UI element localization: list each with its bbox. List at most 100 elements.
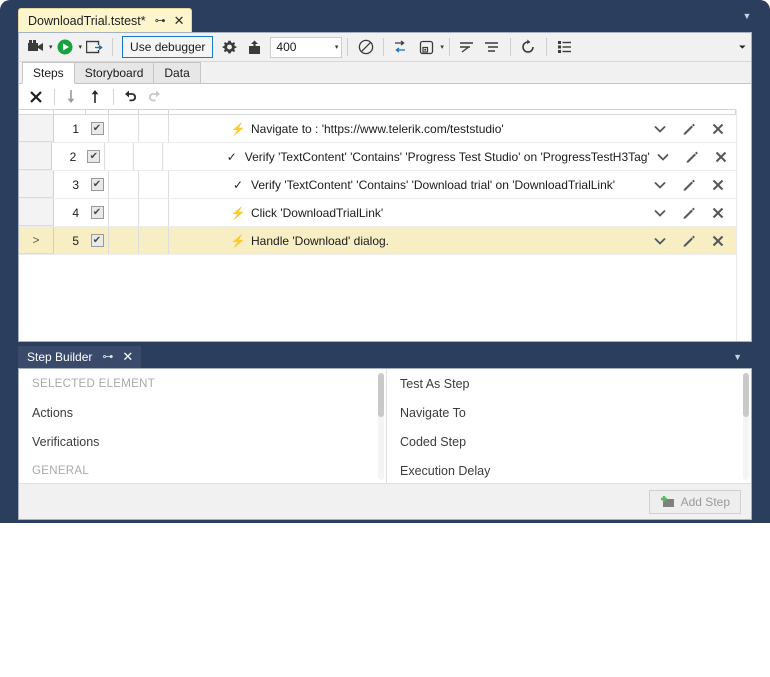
title-bar: DownloadTrial.tstest* ⊶ ✕ ▼ — [0, 0, 770, 33]
settings-button[interactable] — [218, 36, 241, 59]
toolbar-separator — [113, 88, 114, 105]
close-icon[interactable] — [710, 121, 725, 136]
chevron-down-icon[interactable] — [652, 233, 667, 248]
header-extra-a — [109, 110, 139, 114]
table-row[interactable]: 3 ✔ ✓ Verify 'TextContent' 'Contains' 'Down… — [19, 171, 736, 199]
database-icon — [420, 40, 434, 54]
close-icon[interactable]: ✕ — [174, 15, 185, 28]
step-builder-category-list: SELECTED ELEMENT Actions Verifications GENE… — [19, 369, 387, 484]
move-step-up-button[interactable] — [84, 86, 106, 107]
row-number: 3 — [72, 177, 79, 192]
row-actions — [650, 143, 736, 170]
indent-button[interactable] — [456, 36, 479, 59]
steps-toolbar — [19, 84, 751, 109]
chevron-down-icon[interactable] — [652, 177, 667, 192]
add-step-button[interactable]: Add Step — [648, 489, 741, 514]
tab-data[interactable]: Data — [153, 62, 201, 83]
list-item[interactable]: Coded Step — [387, 427, 751, 456]
run-play-icon — [57, 39, 73, 55]
steps-grid-scrollbar[interactable] — [736, 109, 751, 341]
database-button[interactable] — [415, 36, 438, 59]
use-debugger-button[interactable]: Use debugger — [122, 36, 214, 58]
chevron-down-icon[interactable] — [656, 149, 671, 164]
row-breakpoint-cell[interactable] — [105, 143, 135, 170]
row-breakpoint-cell[interactable] — [109, 115, 139, 142]
row-enabled-checkbox[interactable]: ✔ — [87, 150, 101, 163]
pin-icon[interactable]: ⊶ — [102, 351, 113, 363]
move-step-down-button[interactable] — [60, 86, 82, 107]
row-breakpoint-cell[interactable] — [109, 199, 139, 226]
close-icon[interactable] — [710, 205, 725, 220]
edit-pencil-icon[interactable] — [681, 205, 696, 220]
edit-pencil-icon[interactable] — [685, 149, 700, 164]
row-status-cell — [134, 143, 163, 170]
record-dropdown-caret[interactable]: ▾ — [49, 44, 53, 51]
run-to-step-button[interactable] — [83, 36, 106, 59]
chevron-down-icon[interactable]: ▾ — [335, 43, 339, 51]
toolbar-separator — [112, 38, 114, 56]
execution-speed-input[interactable]: 400 ▾ — [270, 36, 343, 58]
tab-storyboard[interactable]: Storyboard — [73, 62, 155, 83]
record-button[interactable] — [24, 36, 47, 59]
row-enabled-checkbox[interactable]: ✔ — [90, 178, 104, 191]
data-transfer-icon — [394, 39, 405, 53]
close-icon[interactable] — [710, 233, 725, 248]
redo-button[interactable] — [143, 86, 165, 107]
view-tab-strip: Steps Storyboard Data — [19, 62, 751, 84]
scrollbar-thumb[interactable] — [743, 373, 749, 417]
close-icon[interactable] — [714, 149, 729, 164]
chevron-down-icon[interactable]: ▼ — [740, 11, 754, 21]
use-debugger-label: Use debugger — [130, 40, 206, 54]
row-breakpoint-cell[interactable] — [109, 171, 139, 198]
database-dropdown-caret[interactable]: ▾ — [440, 44, 444, 51]
add-step-icon — [660, 496, 674, 507]
close-icon[interactable] — [710, 177, 725, 192]
list-icon — [557, 41, 571, 53]
table-row[interactable]: 4 ✔ ⚡ Click 'DownloadTrialLink' — [19, 199, 736, 227]
document-tab-label: DownloadTrial.tstest* — [28, 14, 146, 28]
undo-button[interactable] — [119, 86, 141, 107]
run-button[interactable] — [54, 36, 77, 59]
table-row[interactable]: 1 ✔ ⚡ Navigate to : 'https://www.telerik.co… — [19, 115, 736, 143]
outdent-button[interactable] — [481, 36, 504, 59]
table-row[interactable]: >5 ✔ ⚡ Handle 'Download' dialog. — [19, 227, 736, 255]
list-item[interactable]: Execution Delay — [387, 456, 751, 484]
toolbar-overflow-button[interactable]: ⏷ — [736, 40, 749, 55]
tab-data-label: Data — [164, 66, 190, 80]
tab-steps[interactable]: Steps — [22, 62, 75, 84]
tab-steps-label: Steps — [33, 66, 64, 80]
item-list-scrollbar[interactable] — [743, 373, 749, 480]
list-item[interactable]: Actions — [19, 398, 386, 427]
table-row[interactable]: 2 ✔ ✓ Verify 'TextContent' 'Contains' 'Prog… — [19, 143, 736, 171]
document-tab-downloadtrial[interactable]: DownloadTrial.tstest* ⊶ ✕ — [18, 8, 192, 33]
annotation-button[interactable] — [354, 36, 377, 59]
category-list-scrollbar[interactable] — [378, 373, 384, 480]
step-builder-tab[interactable]: Step Builder ⊶ ✕ — [18, 346, 142, 368]
row-enabled-checkbox[interactable]: ✔ — [90, 122, 104, 135]
row-enabled-checkbox[interactable]: ✔ — [90, 206, 104, 219]
close-icon[interactable]: ✕ — [122, 351, 133, 364]
list-view-button[interactable] — [553, 36, 576, 59]
row-breakpoint-cell[interactable] — [109, 227, 139, 254]
list-item[interactable]: Test As Step — [387, 369, 751, 398]
edit-pencil-icon[interactable] — [681, 177, 696, 192]
run-dropdown-caret[interactable]: ▾ — [79, 44, 83, 51]
edit-pencil-icon[interactable] — [681, 233, 696, 248]
refresh-button[interactable] — [517, 36, 540, 59]
data-bind-button[interactable] — [390, 36, 413, 59]
export-button[interactable] — [243, 36, 266, 59]
scrollbar-thumb[interactable] — [378, 373, 384, 417]
edit-pencil-icon[interactable] — [681, 121, 696, 136]
row-enabled-checkbox[interactable]: ✔ — [90, 234, 104, 247]
row-status-cell — [139, 199, 169, 226]
list-item[interactable]: Verifications — [19, 427, 386, 456]
record-camera-icon — [27, 40, 43, 51]
chevron-down-icon[interactable] — [652, 121, 667, 136]
pin-icon[interactable]: ⊶ — [155, 15, 166, 27]
row-status-cell — [139, 227, 169, 254]
chevron-down-icon[interactable] — [652, 205, 667, 220]
list-item[interactable]: Navigate To — [387, 398, 751, 427]
delete-step-button[interactable] — [25, 86, 47, 107]
row-status-cell — [139, 115, 169, 142]
chevron-down-icon[interactable]: ▼ — [733, 352, 742, 362]
